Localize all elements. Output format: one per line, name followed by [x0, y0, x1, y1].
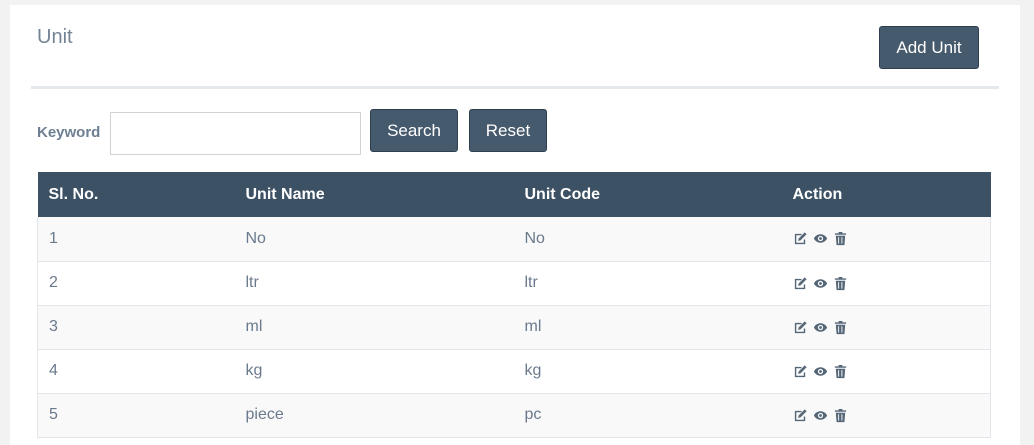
cell-unit-code: No [524, 229, 545, 247]
cell-unit-name: piece [245, 406, 284, 423]
view-icon[interactable] [813, 407, 829, 423]
cell-action [782, 305, 991, 349]
cell-sl-no: 1 [49, 229, 58, 247]
delete-icon[interactable] [833, 319, 849, 335]
delete-icon[interactable] [833, 363, 849, 379]
edit-icon[interactable] [793, 319, 809, 335]
search-button[interactable]: Search [370, 109, 458, 152]
edit-icon[interactable] [793, 407, 809, 423]
cell-action [782, 393, 991, 437]
cell-unit-name: ltr [245, 274, 259, 291]
reset-button[interactable]: Reset [469, 109, 547, 152]
delete-icon[interactable] [833, 275, 849, 291]
delete-icon[interactable] [833, 231, 849, 247]
table-row: 4 kg kg [37, 349, 991, 393]
page-title: Unit [37, 26, 73, 48]
unit-panel: Unit Add Unit Keyword Search Reset Sl. N… [10, 5, 1020, 445]
keyword-label: Keyword [37, 124, 101, 141]
cell-unit-code: ltr [524, 274, 538, 291]
cell-unit-code: pc [524, 406, 542, 423]
unit-table: Sl. No. Unit Name Unit Code Action 1 No No… [37, 172, 991, 438]
cell-sl-no: 3 [49, 318, 58, 335]
cell-sl-no: 4 [49, 362, 58, 379]
column-header-unit-code: Unit Code [524, 185, 601, 203]
cell-action [782, 217, 991, 261]
cell-action [782, 261, 991, 305]
edit-icon[interactable] [793, 231, 809, 247]
table-row: 2 ltr ltr [37, 261, 991, 305]
cell-sl-no: 2 [49, 274, 58, 291]
cell-unit-name: kg [245, 362, 263, 379]
column-header-unit-name: Unit Name [245, 185, 325, 203]
delete-icon[interactable] [833, 407, 849, 423]
table-row: 5 piece pc [37, 393, 991, 437]
table-row: 3 ml ml [37, 305, 991, 349]
cell-unit-code: ml [524, 318, 542, 335]
table-header-row: Sl. No. Unit Name Unit Code Action [37, 172, 991, 217]
cell-unit-name: ml [245, 318, 263, 335]
cell-action [782, 349, 991, 393]
edit-icon[interactable] [793, 275, 809, 291]
cell-unit-name: No [245, 229, 266, 247]
keyword-input[interactable] [110, 112, 361, 155]
cell-sl-no: 5 [49, 406, 58, 423]
view-icon[interactable] [813, 363, 829, 379]
column-header-action: Action [792, 185, 843, 203]
cell-unit-code: kg [524, 362, 542, 379]
add-unit-button[interactable]: Add Unit [879, 26, 979, 69]
column-header-sl-no: Sl. No. [48, 185, 99, 203]
view-icon[interactable] [813, 319, 829, 335]
divider [31, 86, 999, 89]
view-icon[interactable] [813, 231, 829, 247]
edit-icon[interactable] [793, 363, 809, 379]
table-row: 1 No No [37, 217, 991, 261]
view-icon[interactable] [813, 275, 829, 291]
